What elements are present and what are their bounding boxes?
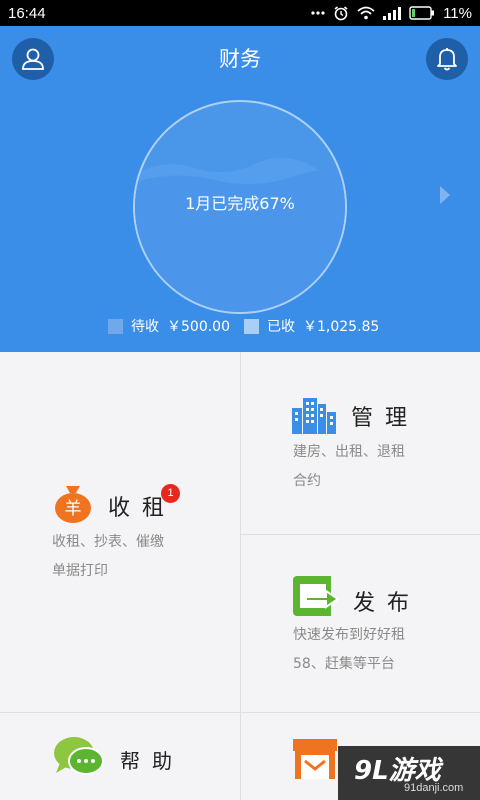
- wifi-icon: [357, 6, 375, 20]
- received-amount: ￥1,025.85: [303, 319, 380, 335]
- svg-text:羊: 羊: [65, 499, 82, 519]
- tile-manage-desc-line2: 合约: [293, 473, 321, 489]
- received-swatch: [244, 318, 259, 334]
- battery-icon: [409, 6, 435, 20]
- battery-level: 11%: [443, 4, 472, 22]
- tile-help[interactable]: 帮助: [0, 713, 240, 800]
- watermark-logo: 9L游戏 91danji.com: [338, 746, 480, 800]
- tile-publish-title: 发布: [353, 591, 422, 616]
- signal-icon: [383, 6, 402, 20]
- function-grid: 羊 收租 1 收租、抄表、催缴 单据打印 管理 建房、出租、退租 合约 发布 快…: [0, 352, 480, 800]
- tile-publish-desc-line1: 快速发布到好好租: [293, 627, 405, 643]
- status-time: 16:44: [8, 4, 46, 22]
- money-bag-icon: 羊: [52, 482, 94, 528]
- tile-rent-desc: 收租、抄表、催缴 单据打印: [52, 528, 164, 586]
- tile-publish-desc-line2: 58、赶集等平台: [293, 656, 395, 672]
- buildings-icon: [292, 394, 336, 438]
- pending-label: 待收: [131, 319, 159, 335]
- tile-publish[interactable]: 发布 快速发布到好好租 58、赶集等平台: [241, 535, 480, 712]
- notifications-button[interactable]: [426, 38, 468, 80]
- share-publish-icon: [292, 575, 340, 621]
- tile-manage[interactable]: 管理 建房、出租、退租 合约: [241, 352, 480, 534]
- tile-publish-desc: 快速发布到好好租 58、赶集等平台: [293, 621, 405, 679]
- pending-amount: ￥500.00: [167, 319, 230, 335]
- next-arrow-icon[interactable]: [440, 186, 450, 204]
- tile-rent-desc-line1: 收租、抄表、催缴: [52, 534, 164, 550]
- watermark-sub: 91danji.com: [404, 782, 464, 794]
- tile-rent[interactable]: 羊 收租 1 收租、抄表、催缴 单据打印: [0, 352, 240, 712]
- tile-rent-desc-line2: 单据打印: [52, 563, 108, 579]
- bell-icon: [437, 48, 457, 71]
- tile-manage-desc: 建房、出租、退租 合约: [293, 438, 405, 496]
- chat-bubble-icon: [52, 735, 106, 783]
- legend: 待收 ￥500.00 已收 ￥1,025.85: [108, 316, 379, 336]
- alarm-icon: [333, 5, 349, 21]
- tile-manage-title: 管理: [351, 406, 420, 431]
- progress-circle[interactable]: 1月已完成67%: [133, 100, 347, 314]
- pending-swatch: [108, 318, 123, 334]
- status-bar: 16:44 11%: [0, 0, 480, 26]
- tile-help-title: 帮助: [120, 749, 184, 773]
- store-icon: [293, 739, 337, 783]
- page-title: 财务: [219, 47, 261, 71]
- tile-manage-desc-line1: 建房、出租、退租: [293, 444, 405, 460]
- progress-text: 1月已完成67%: [185, 194, 295, 213]
- received-label: 已收: [267, 319, 295, 335]
- finance-header: 财务 1月已完成67% 待收 ￥500.00 已收 ￥1,025.85: [0, 26, 480, 352]
- rent-badge: 1: [161, 484, 180, 503]
- more-dots-icon: [311, 11, 325, 15]
